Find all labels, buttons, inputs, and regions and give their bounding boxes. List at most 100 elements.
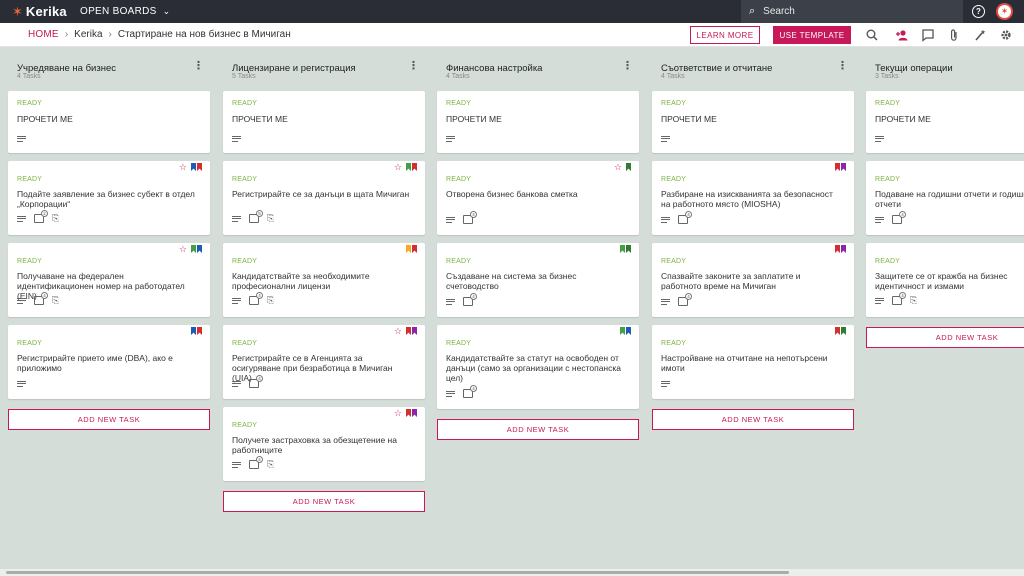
more-vertical-icon[interactable]: ⋮ — [837, 61, 848, 72]
add-new-task-button[interactable]: ADD NEW TASK — [652, 409, 854, 430]
chevron-right-icon: › — [108, 29, 112, 40]
task-card[interactable]: READY Защитете се от кражба на бизнес иде… — [866, 243, 1024, 317]
task-status: READY — [17, 100, 43, 107]
task-footer — [17, 379, 34, 388]
task-card[interactable]: READY Получаване на федерален идентификац… — [8, 243, 210, 317]
checklist-icon: 4 — [892, 211, 906, 224]
star-icon[interactable]: ☆ — [179, 245, 187, 254]
more-vertical-icon[interactable]: ⋮ — [408, 61, 419, 72]
use-template-button[interactable]: USE TEMPLATE — [773, 26, 851, 44]
task-title: ПРОЧЕТИ МЕ — [661, 114, 717, 124]
task-card[interactable]: READY ПРОЧЕТИ МЕ — [866, 91, 1024, 153]
task-title: Създаване на система за бизнес счетоводс… — [446, 271, 577, 291]
column-header: Лицензиране и регистрация 5 Tasks ⋮ — [223, 47, 425, 91]
board-column: Учредяване на бизнес 4 Tasks ⋮ READY ПРОЧЕТИ… — [8, 47, 210, 430]
task-status: READY — [232, 422, 258, 429]
task-card[interactable]: READY Настройване на отчитане на непотърс… — [652, 325, 854, 399]
task-footer: 4 — [661, 293, 696, 306]
magic-wand-icon[interactable] — [973, 28, 987, 42]
task-title: Спазвайте законите за заплатите и работн… — [661, 271, 801, 291]
bookmark-flag-icon — [841, 163, 846, 171]
search-icon[interactable] — [865, 28, 879, 42]
task-card[interactable]: READY Регистрирайте се в Агенцията за оси… — [223, 325, 425, 399]
bookmark-flag-icon — [835, 245, 840, 253]
attachment-icon[interactable] — [947, 28, 961, 42]
task-footer: 4 — [446, 385, 481, 398]
task-card[interactable]: READY Кандидатствайте за необходимите про… — [223, 243, 425, 317]
chat-icon[interactable] — [921, 28, 935, 42]
scrollbar-thumb[interactable] — [6, 571, 789, 574]
task-flags: ☆ — [394, 163, 417, 172]
task-title: Разбиране на изискванията за безопасност… — [661, 189, 833, 209]
horizontal-scrollbar[interactable] — [0, 569, 1024, 576]
task-flags — [405, 245, 417, 253]
gear-icon[interactable] — [999, 28, 1013, 42]
star-icon[interactable]: ☆ — [394, 163, 402, 172]
task-card[interactable]: READY Регистрирайте прието име (DBA), ако… — [8, 325, 210, 399]
add-new-task-button[interactable]: ADD NEW TASK — [8, 409, 210, 430]
bookmark-flag-icon — [412, 327, 417, 335]
description-icon — [232, 296, 241, 305]
learn-more-button[interactable]: LEARN MORE — [690, 26, 760, 44]
add-new-task-button[interactable]: ADD NEW TASK — [437, 419, 639, 440]
avatar[interactable]: ✶ — [996, 3, 1013, 20]
open-boards-menu[interactable]: OPEN BOARDS ⌄ — [80, 6, 171, 17]
task-card[interactable]: READY Отворена бизнес банкова сметка ☆ 4 — [437, 161, 639, 235]
task-title: ПРОЧЕТИ МЕ — [17, 114, 73, 124]
board-column: Текущи операции 3 Tasks READY ПРОЧЕТИ МЕ REA… — [866, 47, 1024, 348]
task-card[interactable]: READY Създаване на система за бизнес счет… — [437, 243, 639, 317]
task-footer: 4 ⎘ — [17, 292, 67, 306]
checklist-icon: 2 — [34, 210, 48, 223]
task-status: READY — [446, 100, 472, 107]
task-card[interactable]: READY ПРОЧЕТИ МЕ — [8, 91, 210, 153]
checklist-count: 4 — [470, 385, 477, 392]
more-vertical-icon[interactable]: ⋮ — [193, 61, 204, 72]
star-icon[interactable]: ☆ — [394, 327, 402, 336]
breadcrumb-org[interactable]: Kerika — [74, 29, 102, 40]
column-header: Финансова настройка 4 Tasks ⋮ — [437, 47, 639, 91]
add-person-icon[interactable] — [895, 28, 909, 42]
task-title: ПРОЧЕТИ МЕ — [446, 114, 502, 124]
task-card[interactable]: READY Регистрирайте се за данъци в щата М… — [223, 161, 425, 235]
task-card[interactable]: READY Получете застраховка за обезщетение… — [223, 407, 425, 481]
description-icon — [17, 379, 26, 388]
checklist-icon: 4 — [463, 293, 477, 306]
task-status: READY — [661, 176, 687, 183]
bookmark-flag-icon — [841, 327, 846, 335]
more-vertical-icon[interactable]: ⋮ — [622, 61, 633, 72]
add-new-task-button[interactable]: ADD NEW TASK — [866, 327, 1024, 348]
breadcrumb-home[interactable]: HOME — [28, 29, 59, 40]
kerika-logo[interactable]: ✶ Kerika — [0, 4, 80, 20]
task-card[interactable]: READY ПРОЧЕТИ МЕ — [652, 91, 854, 153]
add-new-task-button[interactable]: ADD NEW TASK — [223, 491, 425, 512]
task-card[interactable]: READY Кандидатствайте за статут на освобо… — [437, 325, 639, 409]
star-icon[interactable]: ☆ — [179, 163, 187, 172]
task-card[interactable]: READY Подайте заявление за бизнес субект … — [8, 161, 210, 235]
star-icon[interactable]: ☆ — [394, 409, 402, 418]
bookmark-flag-icon — [191, 163, 196, 171]
search-bar[interactable]: ⌕ Search — [741, 0, 963, 23]
task-card[interactable]: READY ПРОЧЕТИ МЕ — [437, 91, 639, 153]
star-icon[interactable]: ☆ — [614, 163, 622, 172]
task-status: READY — [17, 176, 43, 183]
description-icon — [232, 460, 241, 469]
checklist-icon: 4 — [892, 292, 906, 305]
task-card[interactable]: READY ПРОЧЕТИ МЕ — [223, 91, 425, 153]
task-card[interactable]: READY Спазвайте законите за заплатите и р… — [652, 243, 854, 317]
bookmark-flag-icon — [620, 327, 625, 335]
task-title: Подаване на годишни отчети и годишни отч… — [875, 189, 1024, 209]
checklist-count: 4 — [256, 292, 263, 299]
board-column: Съответствие и отчитане 4 Tasks ⋮ READY ПРОЧ… — [652, 47, 854, 430]
bookmark-flag-icon — [406, 327, 411, 335]
task-footer: 4 — [446, 293, 481, 306]
task-card[interactable]: READY Подаване на годишни отчети и годишн… — [866, 161, 1024, 235]
task-flags — [834, 163, 846, 171]
task-footer — [661, 379, 678, 388]
task-footer: 4 — [875, 211, 910, 224]
column-task-count: 3 Tasks — [875, 73, 899, 80]
checklist-icon: 4 — [678, 211, 692, 224]
checklist-icon: 4 — [678, 293, 692, 306]
help-icon[interactable]: ? — [972, 5, 985, 18]
task-card[interactable]: READY Разбиране на изискванията за безопа… — [652, 161, 854, 235]
kerika-logo-icon: ✶ — [12, 3, 23, 19]
